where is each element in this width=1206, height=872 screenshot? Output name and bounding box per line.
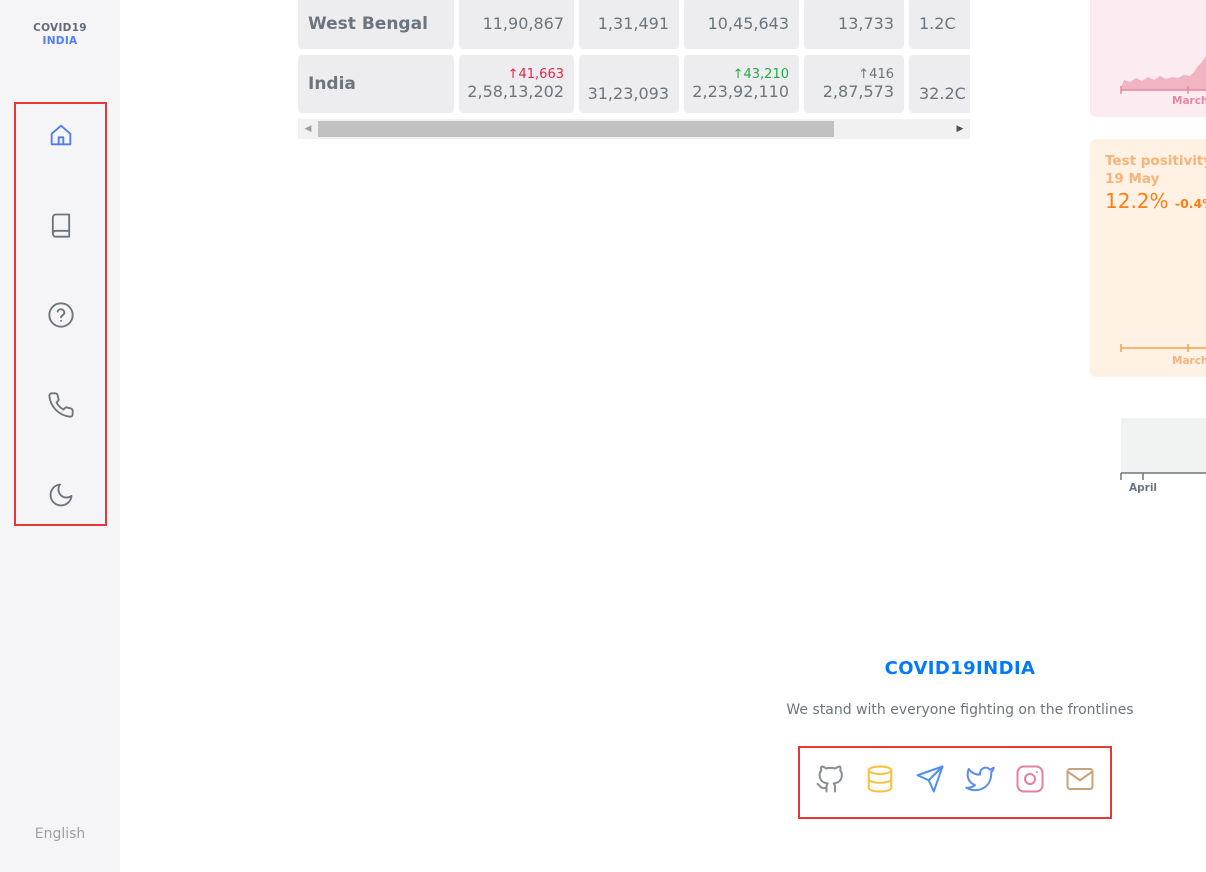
home-icon [50,124,71,146]
email-link[interactable] [1064,762,1096,796]
pink-axis-label: March [1172,95,1206,107]
confirmed-delta: ↑41,663 [507,66,564,82]
recovered-cell: 10,45,643 [684,0,799,49]
telegram-link[interactable] [914,762,946,796]
scroll-left-icon[interactable]: ◀ [298,119,318,139]
github-link[interactable] [814,762,846,796]
brand-line1: COVID19 [33,22,87,34]
recovered-delta: ↑43,210 [732,66,789,82]
confirmed-cell: ↑41,663 2,58,13,202 [459,55,574,113]
nav-item-theme[interactable] [14,475,107,515]
database-icon [867,765,893,793]
twitter-link[interactable] [964,762,996,796]
state-cell[interactable]: West Bengal [298,0,454,49]
nav-item-blog[interactable] [14,205,107,245]
deceased-value: 2,87,573 [822,81,894,101]
database-link[interactable] [864,762,896,796]
footer-title: COVID19INDIA [884,658,1036,679]
moon-icon [49,483,72,507]
active-cell: 31,23,093 [579,55,679,113]
state-name: India [308,74,356,94]
language-switcher[interactable]: English [0,826,120,842]
sidebar: COVID19 INDIA English [0,0,120,872]
github-icon [816,765,843,793]
tested-cell: 1.2C [909,0,970,49]
confirmed-cell: 11,90,867 [459,0,574,49]
footer-subtitle: We stand with everyone fighting on the f… [786,702,1134,718]
test-positivity-axis [1120,344,1206,352]
tested-value: 1.2C [919,13,956,33]
deceased-value: 13,733 [838,13,894,33]
active-value: 31,23,093 [587,84,669,103]
scroll-right-icon[interactable]: ▶ [950,119,970,139]
state-cell[interactable]: India [298,55,454,113]
instagram-link[interactable] [1014,762,1046,796]
tested-cell: 32.2C [909,55,970,113]
horizontal-scrollbar[interactable]: ◀ ▶ [298,119,970,139]
active-value: 1,31,491 [597,13,669,33]
help-circle-icon [47,302,74,328]
mail-icon [1066,768,1094,790]
phone-icon [47,392,74,418]
twitter-icon [965,766,995,792]
nav-item-about[interactable] [14,295,107,335]
deceased-cell: ↑416 2,87,573 [804,55,904,113]
recovered-value: 10,45,643 [707,13,789,33]
deceased-delta: ↑416 [858,66,894,82]
confirmed-value: 2,58,13,202 [467,81,564,101]
confirmed-trend-card[interactable]: March [1090,0,1206,117]
scrollbar-thumb[interactable] [318,121,834,137]
deceased-cell: 13,733 [804,0,904,49]
book-icon [51,213,70,238]
nav-item-home[interactable] [14,115,107,155]
test-positivity-card[interactable]: Test positivity 19 May 12.2% -0.4% March [1090,139,1206,377]
confirmed-value: 11,90,867 [482,13,564,33]
active-cell: 1,31,491 [579,0,679,49]
mini-chart-area [1121,418,1206,473]
orange-axis-label: March [1172,355,1206,367]
instagram-icon [1016,765,1044,793]
state-name: West Bengal [308,13,428,34]
recovered-cell: ↑43,210 2,23,92,110 [684,55,799,113]
tested-value: 32.2C [919,84,966,103]
nav-item-helpline[interactable] [14,385,107,425]
send-icon [916,765,944,793]
brand-logo[interactable]: COVID19 INDIA [0,22,120,48]
recovered-value: 2,23,92,110 [692,81,789,101]
brand-line2: INDIA [42,35,78,47]
mini-axis-label: April [1129,482,1158,494]
